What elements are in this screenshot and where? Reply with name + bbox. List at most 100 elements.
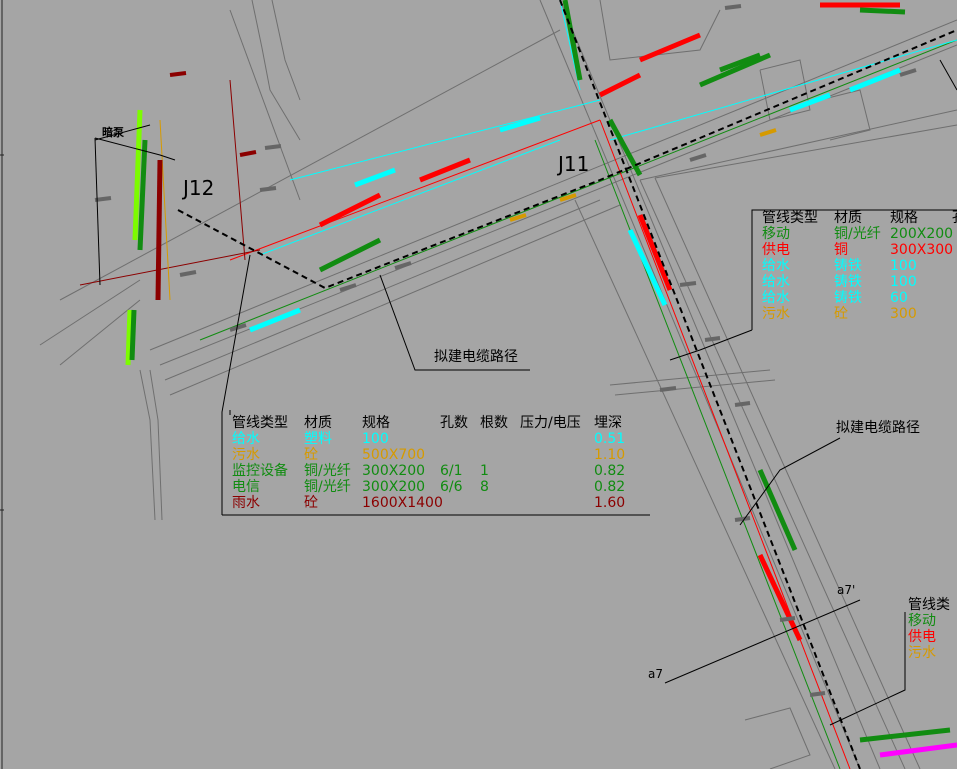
table-row: 污水 砼 300 [762, 306, 957, 322]
table-row: 监控设备 铜/光纤 300X200 6/1 1 0.82 [232, 463, 634, 479]
table-cell-pressure [520, 479, 594, 495]
table-header-row: 管线类型 材质 规格 孔 [762, 210, 957, 226]
table-cell-type: 供电 [762, 242, 790, 258]
pipeline-table-main: 管线类型 材质 规格 孔数 根数 压力/电压 埋深 给水 塑料 100 0.51 污水砼… [232, 415, 634, 511]
table-cell-depth: 0.82 [594, 479, 626, 495]
road-boundaries [39, 0, 957, 769]
table-header-row: 管线类型 材质 规格 孔数 根数 压力/电压 埋深 [232, 415, 634, 431]
table-cell-type: 雨水 [232, 495, 260, 511]
table-cell-count: 1 [480, 463, 489, 479]
junction-j12-label: J12 [183, 176, 215, 200]
table-cell-count [480, 447, 520, 463]
table-header-cell: 孔数 [440, 415, 468, 431]
table-cell-type: 监控设备 [232, 463, 288, 479]
table-cell-holes [440, 431, 480, 447]
table-cell-holes: 6/1 [440, 463, 463, 479]
table-cell-spec: 300 [890, 306, 917, 322]
table-cell-count: 8 [480, 479, 489, 495]
table-cell-material: 铜/光纤 [304, 479, 351, 495]
table-header-cell: 材质 [304, 415, 332, 431]
table-header-cell: 埋深 [594, 415, 622, 431]
table-row: 供电 [908, 629, 950, 645]
table-row: 污水 [908, 645, 950, 661]
table-cell-pressure [520, 431, 594, 447]
table-cell-count [480, 495, 520, 511]
table-cell-spec: 500X700 [362, 447, 426, 463]
table-header-cell: 管线类型 [232, 415, 288, 431]
table-cell-holes [440, 447, 480, 463]
leader-lines [94, 59, 957, 726]
table-cell-type: 给水 [762, 290, 790, 306]
table-row: 移动 铜/光纤 200X200 4 [762, 226, 957, 242]
table-header-cell: 材质 [834, 210, 862, 226]
table-cell-material: 铜/光纤 [304, 463, 351, 479]
table-row: 雨水 砼 1600X1400 1.60 [232, 495, 634, 511]
proposed-cable-route [177, 0, 957, 769]
table-cell-material: 铸铁 [834, 258, 862, 274]
table-cell-material: 铸铁 [834, 274, 862, 290]
table-cell-material: 铜/光纤 [834, 226, 881, 242]
table-cell-pressure [520, 447, 594, 463]
table-row: 污水 砼 500X700 1.10 [232, 447, 634, 463]
table-header-cell: 压力/电压 [520, 415, 581, 431]
proposed-route-label-2: 拟建电缆路径 [836, 420, 920, 436]
cad-drawing-canvas [0, 0, 957, 769]
table-cell-spec: 60 [890, 290, 908, 306]
junction-j11-label: J11 [558, 152, 590, 176]
table-cell-depth: 0.51 [594, 431, 626, 447]
table-cell-type: 给水 [762, 274, 790, 290]
table-header-cell: 孔 [952, 210, 957, 226]
section-a7-prime-label: a7' [837, 583, 856, 597]
pump-house-label: 暗泵 [102, 126, 124, 139]
table-cell-type: 供电 [908, 629, 936, 645]
section-a7-label: a7 [648, 667, 663, 681]
table-cell-spec: 200X200 4 [890, 226, 957, 242]
table-cell-material: 铸铁 [834, 290, 862, 306]
table-header-cell: 管线类型 [762, 210, 818, 226]
pipeline-table-bottom: 管线类 移动 供电 污水 [908, 597, 950, 661]
table-cell-depth: 1.60 [594, 495, 626, 511]
table-cell-type: 污水 [232, 447, 260, 463]
table-cell-type: 电信 [232, 479, 260, 495]
table-cell-material: 砼 [304, 447, 318, 463]
table-cell-spec: 1600X1400 [362, 495, 443, 511]
table-row: 移动 [908, 613, 950, 629]
table-cell-material: 塑料 [304, 431, 332, 447]
table-cell-spec: 300X200 [362, 479, 426, 495]
table-cell-type: 给水 [232, 431, 260, 447]
table-header-row: 管线类 [908, 597, 950, 613]
table-cell-material: 砼 [834, 306, 848, 322]
table-row: 给水 塑料 100 0.51 [232, 431, 634, 447]
table-cell-spec: 100 [362, 431, 389, 447]
table-cell-type: 移动 [908, 613, 936, 629]
table-row: 给水 铸铁 100 [762, 274, 957, 290]
thick-pipe-segments [125, 0, 957, 758]
table-cell-type: 移动 [762, 226, 790, 242]
table-cell-spec: 100 [890, 258, 917, 274]
table-header-cell: 管线类 [908, 597, 950, 613]
table-row: 给水 铸铁 60 [762, 290, 957, 306]
table-cell-spec: 300X300 4 [890, 242, 957, 258]
table-cell-pressure [520, 495, 594, 511]
table-cell-depth: 0.82 [594, 463, 626, 479]
table-cell-spec: 100 [890, 274, 917, 290]
table-row: 给水 铸铁 100 [762, 258, 957, 274]
table-row: 电信 铜/光纤 300X200 6/6 8 0.82 [232, 479, 634, 495]
pipeline-table-right: 管线类型 材质 规格 孔 移动 铜/光纤 200X200 4 供电 铜 300X300 4… [762, 210, 957, 322]
table-cell-spec: 300X200 [362, 463, 426, 479]
proposed-route-label-1: 拟建电缆路径 [434, 349, 518, 365]
table-header-cell: 根数 [480, 415, 508, 431]
table-cell-material: 铜 [834, 242, 848, 258]
table-cell-type: 污水 [908, 645, 936, 661]
thin-pipe-lines [79, 0, 957, 769]
table-header-cell: 规格 [890, 210, 918, 226]
table-cell-holes [440, 495, 480, 511]
table-cell-depth: 1.10 [594, 447, 626, 463]
table-header-cell: 规格 [362, 415, 390, 431]
table-cell-count [480, 431, 520, 447]
table-cell-pressure [520, 463, 594, 479]
table-cell-type: 给水 [762, 258, 790, 274]
table-cell-material: 砼 [304, 495, 318, 511]
table-cell-holes: 6/6 [440, 479, 463, 495]
table-cell-type: 污水 [762, 306, 790, 322]
